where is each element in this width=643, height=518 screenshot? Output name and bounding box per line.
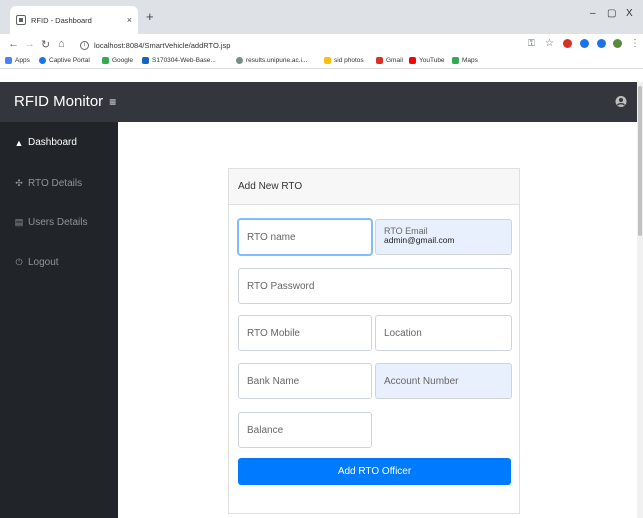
bookmark-star-icon[interactable]: ☆ bbox=[545, 38, 554, 49]
browser-toolbar: ← → ↻ ⌂ i localhost:8084/SmartVehicle/ad… bbox=[0, 34, 643, 56]
google-icon bbox=[102, 57, 109, 64]
sidebar-item-logout[interactable]: ⏻ Logout bbox=[14, 257, 59, 268]
rto-mobile-input[interactable] bbox=[238, 315, 372, 351]
reload-icon[interactable]: ↻ bbox=[41, 38, 50, 51]
arrows-icon: ✣ bbox=[15, 178, 23, 188]
key-icon[interactable]: ⚿ bbox=[528, 38, 535, 49]
folder-icon bbox=[324, 57, 331, 64]
bookmark-site-icon bbox=[142, 57, 149, 64]
profile-avatar-icon[interactable] bbox=[613, 39, 622, 48]
power-icon: ⏻ bbox=[15, 257, 23, 267]
tab-title: RFID - Dashboard bbox=[31, 15, 92, 25]
address-bar[interactable]: i localhost:8084/SmartVehicle/addRTO.jsp bbox=[80, 37, 510, 53]
page-scrollbar[interactable] bbox=[637, 82, 643, 518]
rto-email-value: admin@gmail.com bbox=[384, 235, 455, 245]
card-title: Add New RTO bbox=[229, 169, 519, 205]
rto-password-input[interactable] bbox=[238, 268, 512, 304]
sidebar-item-label: Users Details bbox=[28, 217, 88, 228]
user-circle-icon[interactable] bbox=[615, 95, 627, 108]
rto-email-input[interactable]: RTO Email admin@gmail.com bbox=[375, 219, 512, 255]
browser-tab-strip: RFID - Dashboard × + – ▢ X bbox=[0, 0, 643, 34]
add-rto-officer-button[interactable]: Add RTO Officer bbox=[238, 458, 511, 485]
sidebar-item-label: RTO Details bbox=[28, 178, 83, 189]
bookmark-youtube[interactable]: YouTube bbox=[409, 57, 445, 64]
sidebar-item-dashboard[interactable]: ▲ Dashboard bbox=[14, 137, 77, 148]
gmail-icon bbox=[376, 57, 383, 64]
sidebar: ▲ Dashboard ✣ RTO Details ▤ Users Detail… bbox=[0, 122, 118, 518]
bookmark-sid-photos[interactable]: sid photos bbox=[324, 57, 364, 64]
extension-circle-icon[interactable] bbox=[597, 39, 606, 48]
bookmark-gmail[interactable]: Gmail bbox=[376, 57, 403, 64]
menu-toggle-icon[interactable]: ≡ bbox=[109, 95, 116, 109]
url-text: localhost:8084/SmartVehicle/addRTO.jsp bbox=[94, 40, 231, 50]
bookmark-google[interactable]: Google bbox=[102, 57, 133, 64]
brand-title: RFID Monitor bbox=[14, 93, 104, 110]
globe-icon bbox=[39, 57, 46, 64]
sidebar-item-label: Logout bbox=[28, 257, 59, 268]
new-tab-button[interactable]: + bbox=[146, 9, 154, 24]
site-info-icon[interactable]: i bbox=[80, 40, 89, 50]
minimize-button[interactable]: – bbox=[590, 8, 596, 19]
extension-blue-icon[interactable] bbox=[580, 39, 589, 48]
scrollbar-thumb[interactable] bbox=[638, 86, 642, 236]
app-navbar: RFID Monitor ≡ bbox=[0, 82, 637, 122]
page-favicon-icon bbox=[16, 15, 26, 25]
bookmark-maps[interactable]: Maps bbox=[452, 57, 478, 64]
bookmark-results[interactable]: results.unipune.ac.i... bbox=[236, 57, 307, 64]
university-icon bbox=[236, 57, 243, 64]
browser-tab[interactable]: RFID - Dashboard × bbox=[10, 6, 138, 34]
sidebar-item-users-details[interactable]: ▤ Users Details bbox=[14, 217, 88, 228]
add-rto-card: Add New RTO RTO Email admin@gmail.com Ad… bbox=[228, 168, 520, 514]
extension-shield-icon[interactable] bbox=[563, 39, 572, 48]
bookmark-apps[interactable]: Apps bbox=[5, 57, 30, 64]
close-window-button[interactable]: X bbox=[626, 8, 633, 19]
bookmark-captive-portal[interactable]: Captive Portal bbox=[39, 57, 90, 64]
restore-button[interactable]: ▢ bbox=[607, 8, 616, 19]
sidebar-item-label: Dashboard bbox=[28, 137, 77, 148]
browser-menu-icon[interactable]: ⋮ bbox=[630, 38, 640, 49]
brand[interactable]: RFID Monitor ≡ bbox=[14, 93, 116, 110]
bookmarks-bar: Apps Captive Portal Google S170304-Web-B… bbox=[0, 56, 643, 69]
dashboard-icon: ▲ bbox=[14, 137, 24, 148]
sidebar-item-rto-details[interactable]: ✣ RTO Details bbox=[14, 178, 82, 189]
balance-input[interactable] bbox=[238, 412, 372, 448]
youtube-icon bbox=[409, 57, 416, 64]
forward-arrow-icon[interactable]: → bbox=[24, 38, 35, 50]
maps-icon bbox=[452, 57, 459, 64]
account-number-input[interactable] bbox=[375, 363, 512, 399]
rto-name-input[interactable] bbox=[238, 219, 372, 255]
location-input[interactable] bbox=[375, 315, 512, 351]
home-icon[interactable]: ⌂ bbox=[58, 38, 65, 50]
apps-grid-icon bbox=[5, 57, 12, 64]
users-icon: ▤ bbox=[14, 217, 24, 227]
bank-name-input[interactable] bbox=[238, 363, 372, 399]
back-arrow-icon[interactable]: ← bbox=[8, 38, 19, 50]
tab-close-icon[interactable]: × bbox=[127, 15, 132, 25]
bookmark-web-base[interactable]: S170304-Web-Base... bbox=[142, 57, 216, 64]
